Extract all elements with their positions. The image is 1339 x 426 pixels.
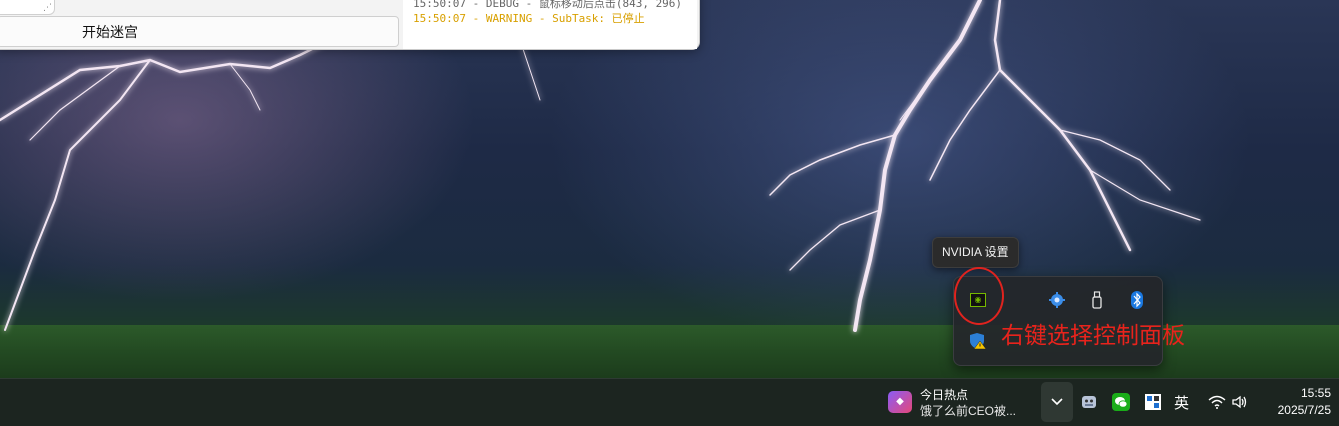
- nvidia-settings-tooltip: NVIDIA 设置: [932, 237, 1019, 268]
- log-line-warning: 15:50:07 - WARNING - SubTask: 已停止: [413, 12, 645, 25]
- input-tool-icon[interactable]: [1142, 391, 1164, 413]
- annotation-circle: [954, 267, 1004, 325]
- chevron-down-icon: [1051, 398, 1063, 406]
- control-panel: ⋰ 开始迷宫: [0, 0, 401, 49]
- taskbar: ◆ 今日热点 饿了么前CEO被... 英 15:55 2025/7/25: [0, 378, 1339, 426]
- volume-icon[interactable]: [1229, 391, 1251, 413]
- start-maze-button[interactable]: 开始迷宫: [0, 16, 399, 47]
- app-tray-icon[interactable]: [1078, 391, 1100, 413]
- usb-drive-icon[interactable]: [1083, 286, 1111, 314]
- clock-time: 15:55: [1300, 386, 1331, 400]
- gear-icon[interactable]: [1043, 286, 1071, 314]
- text-area[interactable]: ⋰: [0, 0, 55, 15]
- bluetooth-icon[interactable]: [1123, 286, 1151, 314]
- wechat-icon[interactable]: [1110, 391, 1132, 413]
- log-panel: 15:50:07 - DEBUG - 鼠标移动后点击(843, 296) 15:…: [403, 0, 697, 49]
- wifi-icon[interactable]: [1206, 391, 1228, 413]
- resize-grip-icon[interactable]: ⋰: [43, 2, 52, 13]
- show-hidden-icons-button[interactable]: [1041, 382, 1073, 422]
- windows-security-warning-icon[interactable]: [964, 327, 992, 355]
- news-widget[interactable]: ◆ 今日热点 饿了么前CEO被...: [886, 385, 1026, 421]
- news-title: 今日热点: [920, 388, 969, 402]
- annotation-text: 右键选择控制面板: [1001, 323, 1185, 349]
- news-subtitle: 饿了么前CEO被...: [920, 404, 1017, 418]
- clock-date: 2025/7/25: [1277, 403, 1331, 417]
- maze-app-window: ⋰ 开始迷宫 15:50:07 - DEBUG - 鼠标移动后点击(843, 2…: [0, 0, 700, 50]
- ime-language-indicator[interactable]: 英: [1174, 392, 1189, 413]
- taskbar-clock[interactable]: 15:55 2025/7/25: [1255, 385, 1331, 419]
- news-icon: ◆: [888, 391, 912, 413]
